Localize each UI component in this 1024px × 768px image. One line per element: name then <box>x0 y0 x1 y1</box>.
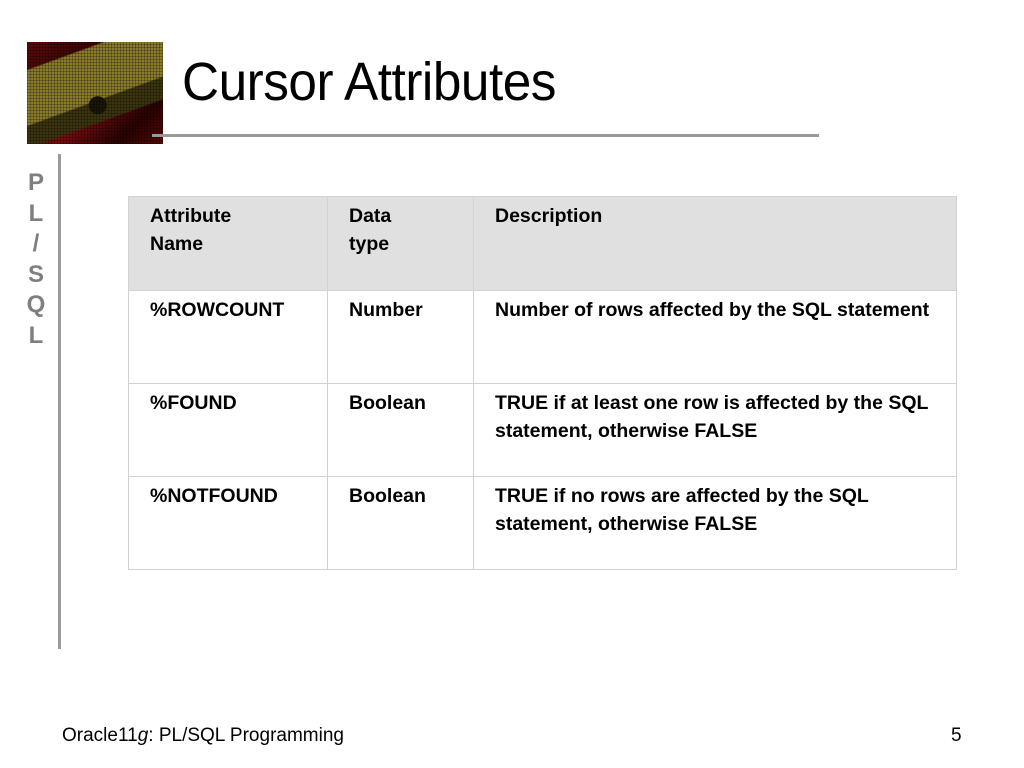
side-label-letter: S <box>27 260 44 288</box>
header-attribute-name: Attribute Name <box>128 196 328 291</box>
side-label: P L / S Q L <box>22 168 50 351</box>
page-number: 5 <box>951 725 962 746</box>
cursor-attributes-table: Attribute Name Data type Description %RO… <box>128 196 957 570</box>
header-description: Description <box>473 196 957 291</box>
table-row: %ROWCOUNT Number Number of rows affected… <box>128 290 957 384</box>
cell-attribute-name: %FOUND <box>128 383 328 477</box>
cell-attribute-name: %ROWCOUNT <box>128 290 328 384</box>
title-divider <box>152 134 819 137</box>
slide-title: Cursor Attributes <box>182 52 556 112</box>
cell-description: TRUE if at least one row is affected by … <box>473 383 957 477</box>
side-label-letter: L <box>28 321 44 349</box>
header-data-type: Data type <box>327 196 474 291</box>
cell-data-type: Boolean <box>327 476 474 570</box>
cell-data-type: Boolean <box>327 383 474 477</box>
cell-attribute-name: %NOTFOUND <box>128 476 328 570</box>
side-label-letter: P <box>27 169 44 196</box>
side-divider <box>58 154 61 649</box>
table-header-row: Attribute Name Data type Description <box>128 196 957 291</box>
cell-data-type: Number <box>327 290 474 384</box>
book-image-icon <box>27 42 163 144</box>
table-row: %FOUND Boolean TRUE if at least one row … <box>128 383 957 477</box>
table-row: %NOTFOUND Boolean TRUE if no rows are af… <box>128 476 957 570</box>
side-label-letter: L <box>28 199 44 227</box>
cell-description: Number of rows affected by the SQL state… <box>473 290 957 384</box>
side-label-letter: / <box>32 230 40 257</box>
side-label-letter: Q <box>26 291 46 318</box>
cell-description: TRUE if no rows are affected by the SQL … <box>473 476 957 570</box>
footer-course-title: Oracle11g: PL/SQL Programming <box>62 725 344 746</box>
